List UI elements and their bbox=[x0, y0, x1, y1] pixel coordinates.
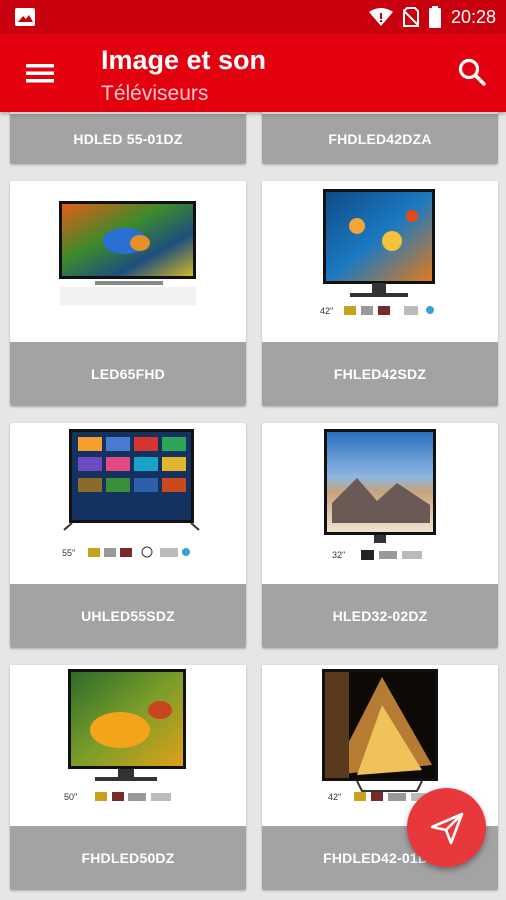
product-card[interactable]: HDLED 55-01DZ bbox=[10, 112, 246, 164]
product-name: UHLED55SDZ bbox=[10, 584, 246, 648]
product-card[interactable]: LED65FHD bbox=[10, 181, 246, 406]
product-image bbox=[10, 181, 246, 342]
wifi-icon bbox=[368, 8, 393, 26]
product-card[interactable]: 42" FHLED42SDZ bbox=[262, 181, 498, 406]
product-name: FHDLED42DZA bbox=[262, 114, 498, 164]
no-sim-icon bbox=[402, 7, 419, 27]
page-subtitle: Téléviseurs bbox=[101, 82, 209, 105]
hamburger-icon[interactable] bbox=[20, 56, 60, 90]
send-icon bbox=[430, 812, 463, 844]
product-name: FHLED42SDZ bbox=[262, 342, 498, 406]
image-notification-icon bbox=[15, 8, 35, 26]
product-name: HDLED 55-01DZ bbox=[10, 114, 246, 164]
screen-size: 55" bbox=[62, 548, 75, 558]
product-card[interactable]: 32" HLED32-02DZ bbox=[262, 423, 498, 648]
battery-icon bbox=[428, 6, 441, 28]
product-image: 50" bbox=[10, 665, 246, 826]
clock: 20:28 bbox=[450, 6, 496, 27]
product-name: LED65FHD bbox=[10, 342, 246, 406]
status-bar: 20:28 bbox=[0, 0, 506, 34]
product-card[interactable]: 55" UHLED55SDZ bbox=[10, 423, 246, 648]
product-image: 32" bbox=[262, 423, 498, 584]
screen-size: 32" bbox=[332, 550, 345, 560]
screen-size: 50" bbox=[64, 792, 77, 802]
page-title: Image et son bbox=[101, 45, 267, 75]
search-icon[interactable] bbox=[456, 56, 490, 90]
screen-size: 42" bbox=[328, 792, 341, 802]
product-name: HLED32-02DZ bbox=[262, 584, 498, 648]
app-bar: Image et son Téléviseurs bbox=[0, 34, 506, 112]
product-image: 42" bbox=[262, 181, 498, 342]
product-card[interactable]: 50" FHDLED50DZ bbox=[10, 665, 246, 890]
product-grid: HDLED 55-01DZ FHDLED42DZA LED65FHD 42" F… bbox=[0, 112, 506, 900]
product-card[interactable]: FHDLED42DZA bbox=[262, 112, 498, 164]
screen-size: 42" bbox=[320, 306, 333, 316]
send-button[interactable] bbox=[407, 788, 486, 867]
product-image: 55" bbox=[10, 423, 246, 584]
product-name: FHDLED50DZ bbox=[10, 826, 246, 890]
